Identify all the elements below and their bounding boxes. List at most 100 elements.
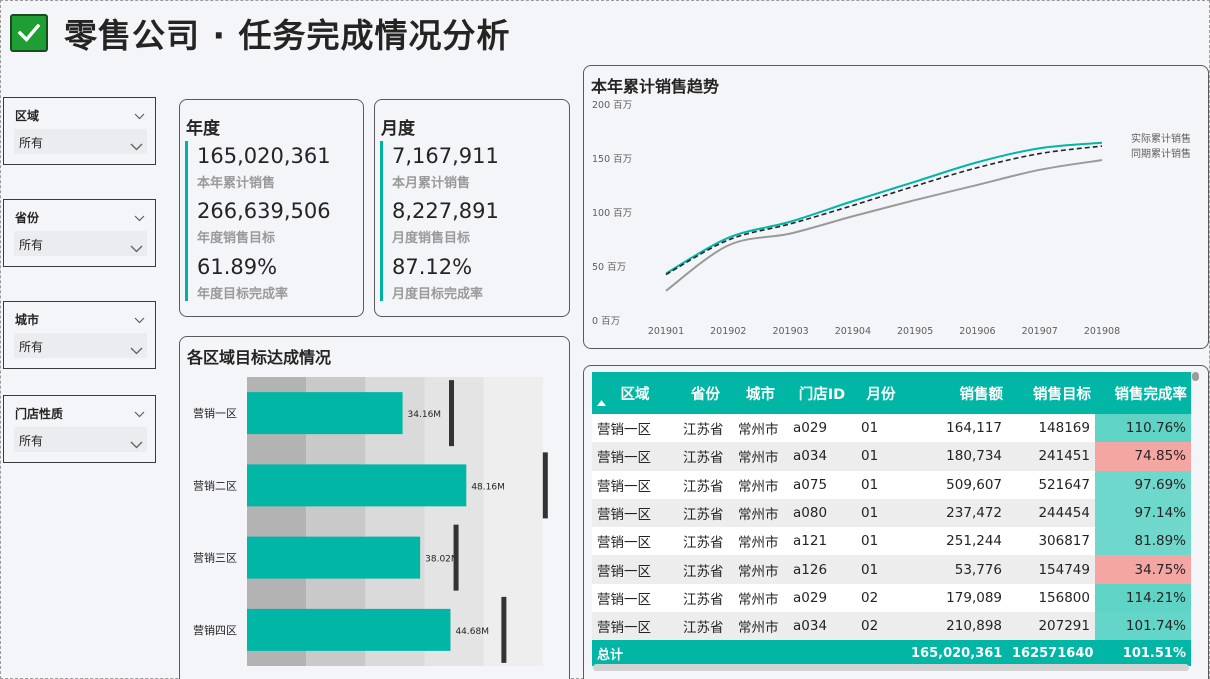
chevron-down-icon[interactable] (130, 238, 143, 257)
table-cell: 江苏省 (678, 470, 733, 499)
x-tick-label: 201904 (835, 326, 871, 337)
column-header[interactable]: 销售目标 (1007, 372, 1095, 414)
x-tick-label: 201905 (897, 326, 933, 337)
checkmark-icon (10, 14, 48, 52)
region-bar[interactable] (247, 392, 403, 435)
region-bar[interactable] (247, 536, 421, 579)
slicer-value: 所有 (19, 434, 44, 448)
y-tick-label: 150 百万 (592, 154, 632, 165)
y-tick-label: 100 百万 (592, 208, 632, 219)
total-cell: 101.51% (1095, 640, 1191, 667)
table-cell: 81.89% (1095, 527, 1191, 556)
column-header[interactable]: 省份 (678, 372, 733, 414)
table-cell: 营销一区 (592, 612, 678, 641)
trend-chart-panel: 本年累计销售趋势 200 百万 150 百万 100 百万 50 百万 0 百万 2019… (583, 65, 1209, 349)
table-cell: 营销一区 (592, 555, 678, 584)
chevron-down-icon[interactable] (134, 105, 145, 124)
region-bar[interactable] (247, 464, 467, 507)
region-bullet-chart: 营销一区 34.16M营销二区 48.16M营销三区 38.02M营销四区 44.68M (193, 377, 548, 666)
target-marker (453, 524, 459, 591)
table-cell: 常州市 (733, 470, 788, 499)
target-marker (449, 380, 455, 447)
sort-ascending-icon[interactable] (597, 394, 606, 410)
table-cell: 02 (856, 583, 906, 613)
target-marker (501, 596, 507, 663)
series-line-1 (665, 145, 1103, 276)
table-cell: 210,898 (906, 612, 1007, 641)
kpi-value: 61.89% (197, 255, 278, 279)
slicer-store-type[interactable]: 门店性质 所有 (3, 395, 156, 463)
column-header[interactable]: 门店ID (788, 372, 856, 414)
column-header-label: 销售额 (959, 386, 1004, 403)
table-cell: 306817 (1007, 527, 1095, 556)
table-row[interactable]: 营销一区 江苏省 常州市 a034 01 180,734 241451 74.85% (592, 442, 1191, 471)
table-cell: a029 (788, 414, 856, 443)
bar-value-label: 34.16M (408, 410, 442, 420)
kpi-value: 7,167,911 (392, 144, 499, 168)
table-row[interactable]: 营销一区 江苏省 常州市 a080 01 237,472 244454 97.14% (592, 498, 1191, 528)
kpi-label: 年度目标完成率 (197, 287, 289, 302)
slicer-value: 所有 (19, 136, 44, 150)
chevron-down-icon[interactable] (134, 207, 145, 226)
column-header[interactable]: 月份 (856, 372, 906, 414)
column-header[interactable]: 销售额 (906, 372, 1007, 414)
table-cell: 营销一区 (592, 527, 678, 556)
table-cell: 97.69% (1095, 470, 1191, 499)
slicer-dropdown[interactable]: 所有 (14, 427, 147, 452)
total-cell (788, 640, 856, 667)
chevron-down-icon[interactable] (134, 403, 145, 422)
total-cell (733, 640, 788, 667)
slicer-dropdown[interactable]: 所有 (14, 231, 147, 256)
table-cell: 营销一区 (592, 414, 678, 443)
region-bar[interactable] (247, 608, 451, 651)
table-cell: 常州市 (733, 498, 788, 528)
chevron-down-icon[interactable] (134, 309, 145, 328)
table-row[interactable]: 营销一区 江苏省 常州市 a126 01 53,776 154749 34.75% (592, 555, 1191, 584)
table-cell: 02 (856, 612, 906, 641)
legend-label: 实际累计销售 (1131, 132, 1191, 145)
chevron-down-icon[interactable] (130, 340, 143, 359)
column-header-label: 省份 (691, 386, 720, 403)
column-header[interactable]: 区域 (592, 372, 678, 414)
slicer-province[interactable]: 省份 所有 (3, 199, 156, 267)
table-row[interactable]: 营销一区 江苏省 常州市 a121 01 251,244 306817 81.89% (592, 527, 1191, 556)
slicer-region[interactable]: 区域 所有 (3, 97, 156, 165)
kpi-label: 月度目标完成率 (392, 287, 484, 302)
table-cell: 01 (856, 470, 906, 499)
kpi-value: 8,227,891 (392, 199, 499, 223)
annual-kpi-card: 年度 165,020,361 本年累计销售 266,639,506 年度销售目标… (179, 99, 364, 317)
column-header[interactable]: 销售完成率 (1095, 372, 1191, 414)
column-header[interactable]: 城市 (733, 372, 788, 414)
card-title: 月度 (381, 119, 415, 139)
vertical-scrollbar[interactable] (1192, 372, 1199, 381)
chevron-down-icon[interactable] (130, 434, 143, 453)
x-tick-label: 201907 (1022, 326, 1058, 337)
slicer-dropdown[interactable]: 所有 (14, 129, 147, 154)
table-cell: 常州市 (733, 414, 788, 443)
slicer-dropdown[interactable]: 所有 (14, 333, 147, 358)
table-cell: a075 (788, 470, 856, 499)
table-row[interactable]: 营销一区 江苏省 常州市 a075 01 509,607 521647 97.69% (592, 470, 1191, 499)
table-row[interactable]: 营销一区 江苏省 常州市 a029 01 164,117 148169 110.76% (592, 414, 1191, 443)
y-tick-label: 50 百万 (592, 262, 626, 273)
horizontal-scrollbar[interactable] (593, 664, 1189, 671)
table-row[interactable]: 营销一区 江苏省 常州市 a029 02 179,089 156800 114.21% (592, 583, 1191, 613)
table-cell: 江苏省 (678, 527, 733, 556)
series-line-2 (665, 159, 1103, 292)
slicer-label: 城市 (15, 313, 40, 327)
y-tick-label: 0 百万 (592, 316, 620, 327)
total-cell: 162571640 (1007, 640, 1095, 667)
table-cell: 154749 (1007, 555, 1095, 584)
region-chart-panel: 各区域目标达成情况 营销一区 34.16M 营销二区 48.16M 营销三区 38.02M… (179, 336, 570, 679)
slicer-label: 省份 (15, 211, 40, 225)
kpi-value: 87.12% (392, 255, 473, 279)
chevron-down-icon[interactable] (130, 136, 143, 155)
table-cell: 营销一区 (592, 583, 678, 613)
category-label: 营销二区 (193, 478, 237, 492)
x-tick-label: 201901 (648, 326, 684, 337)
kpi-label: 月度销售目标 (392, 231, 471, 246)
x-tick-label: 201908 (1084, 326, 1120, 337)
table-row[interactable]: 营销一区 江苏省 常州市 a034 02 210,898 207291 101.74% (592, 612, 1191, 641)
table-cell: 521647 (1007, 470, 1095, 499)
slicer-city[interactable]: 城市 所有 (3, 301, 156, 369)
